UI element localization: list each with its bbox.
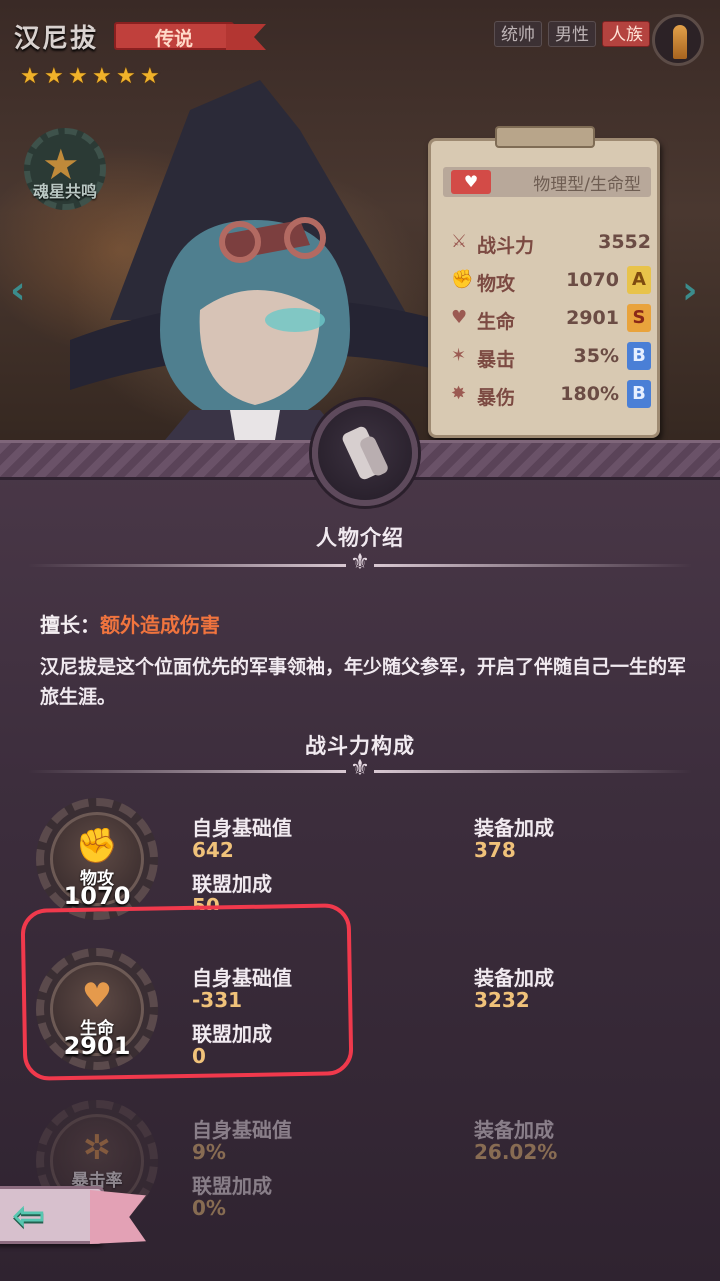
equip-bonus-label: 装备加成 xyxy=(474,966,554,990)
star-icon: ★ xyxy=(68,64,88,89)
star-icon: ★ xyxy=(20,64,40,89)
grade-badge: S xyxy=(627,304,651,332)
specialty-label: 擅长： xyxy=(40,613,100,637)
tag-race: 人族 xyxy=(602,21,650,47)
grade-badge: B xyxy=(627,380,651,408)
rarity-badge: 传说 xyxy=(114,22,266,52)
next-hero-arrow-icon[interactable]: › xyxy=(682,268,698,312)
crit-icon: ✶ xyxy=(451,345,467,366)
hero-type: 物理型/生命型 xyxy=(533,175,641,195)
star-icon: ★ xyxy=(44,64,64,89)
divider: ⚜ xyxy=(28,756,692,782)
bullet-icon xyxy=(673,25,687,59)
crit-damage-icon: ✸ xyxy=(451,383,467,404)
star-rating: ★ ★ ★ ★ ★ ★ xyxy=(20,66,162,88)
hero-description: 汉尼拔是这个位面优先的军事领袖，年少随父参军，开启了伴随自己一生的军旅生涯。 xyxy=(40,656,687,708)
base-value-label: 自身基础值 xyxy=(192,816,292,840)
prev-hero-arrow-icon[interactable]: ‹ xyxy=(10,268,26,312)
stat-crit-damage: ✸ 暴伤 180% B xyxy=(451,379,651,413)
specialty: 擅长：额外造成伤害 xyxy=(40,609,220,638)
equip-bonus-label: 装备加成 xyxy=(474,816,554,840)
heart-icon: ♥ xyxy=(451,170,491,194)
stat-power: ⚔ 战斗力 3552 xyxy=(451,227,651,261)
equip-bonus-value: 3232 xyxy=(474,988,530,1012)
annotation-highlight xyxy=(20,903,354,1081)
stat-physical-attack: ✊ 物攻 1070 A xyxy=(451,265,651,299)
fist-icon: ✊ xyxy=(75,826,119,866)
heart-icon: ♥ xyxy=(451,307,468,328)
alliance-bonus-label: 联盟加成 xyxy=(192,1174,272,1198)
stat-label: 战斗力 xyxy=(477,235,535,257)
stat-label: 暴伤 xyxy=(477,387,516,409)
stat-label: 生命 xyxy=(477,311,516,333)
tag-class: 统帅 xyxy=(494,21,542,47)
tag-gender: 男性 xyxy=(548,21,596,47)
clipboard-clip xyxy=(495,126,595,148)
equip-bonus-value: 378 xyxy=(474,838,516,862)
base-value: 642 xyxy=(192,838,234,862)
power-stat-total: 1070 xyxy=(63,882,131,910)
star-icon: ★ xyxy=(140,64,160,89)
intro-title: 人物介绍 xyxy=(316,526,404,550)
stat-value: 180% xyxy=(560,383,619,405)
base-value-label: 自身基础值 xyxy=(192,1118,292,1142)
stat-label: 暴击 xyxy=(477,349,516,371)
back-button[interactable]: ⇦ xyxy=(0,1176,164,1252)
scroll-icon xyxy=(312,400,418,506)
fist-icon: ✊ xyxy=(451,269,474,290)
grade-badge: B xyxy=(627,342,651,370)
fleur-de-lis-icon: ⚜ xyxy=(350,550,370,575)
stat-value: 1070 xyxy=(566,269,619,291)
back-arrow-icon: ⇦ xyxy=(12,1193,46,1239)
alliance-bonus-value: 0% xyxy=(192,1196,226,1220)
stat-crit: ✶ 暴击 35% B xyxy=(451,341,651,375)
base-value: 9% xyxy=(192,1140,226,1164)
specialty-value: 额外造成伤害 xyxy=(100,613,220,637)
hero-tags: 统帅 男性 人族 xyxy=(494,21,650,47)
star-icon: ★ xyxy=(92,64,112,89)
star-icon: ★ xyxy=(116,64,136,89)
stat-value: 35% xyxy=(573,345,619,367)
fleur-de-lis-icon: ⚜ xyxy=(350,756,370,781)
crit-icon: ✲ xyxy=(82,1128,112,1168)
stat-label: 物攻 xyxy=(477,273,516,295)
rarity-label: 传说 xyxy=(154,28,193,50)
swords-icon: ⚔ xyxy=(451,231,468,252)
divider: ⚜ xyxy=(28,550,692,576)
soul-star-resonance-button[interactable]: ★ 魂星共鸣 xyxy=(20,128,110,218)
stat-health: ♥ 生命 2901 S xyxy=(451,303,651,337)
grade-badge: A xyxy=(627,266,651,294)
stat-value: 3552 xyxy=(598,231,651,253)
hero-name: 汉尼拔 xyxy=(14,24,99,54)
bullet-icon-button[interactable] xyxy=(652,14,704,66)
equip-bonus-value: 26.02% xyxy=(474,1140,558,1164)
resonance-label: 魂星共鸣 xyxy=(32,182,97,201)
stats-clipboard: ♥ 物理型/生命型 ⚔ 战斗力 3552 ✊ 物攻 1070 A ♥ 生命 29… xyxy=(428,138,660,438)
hero-type-band: ♥ 物理型/生命型 xyxy=(443,167,651,197)
equip-bonus-label: 装备加成 xyxy=(474,1118,554,1142)
alliance-bonus-label: 联盟加成 xyxy=(192,872,272,896)
stat-value: 2901 xyxy=(566,307,619,329)
